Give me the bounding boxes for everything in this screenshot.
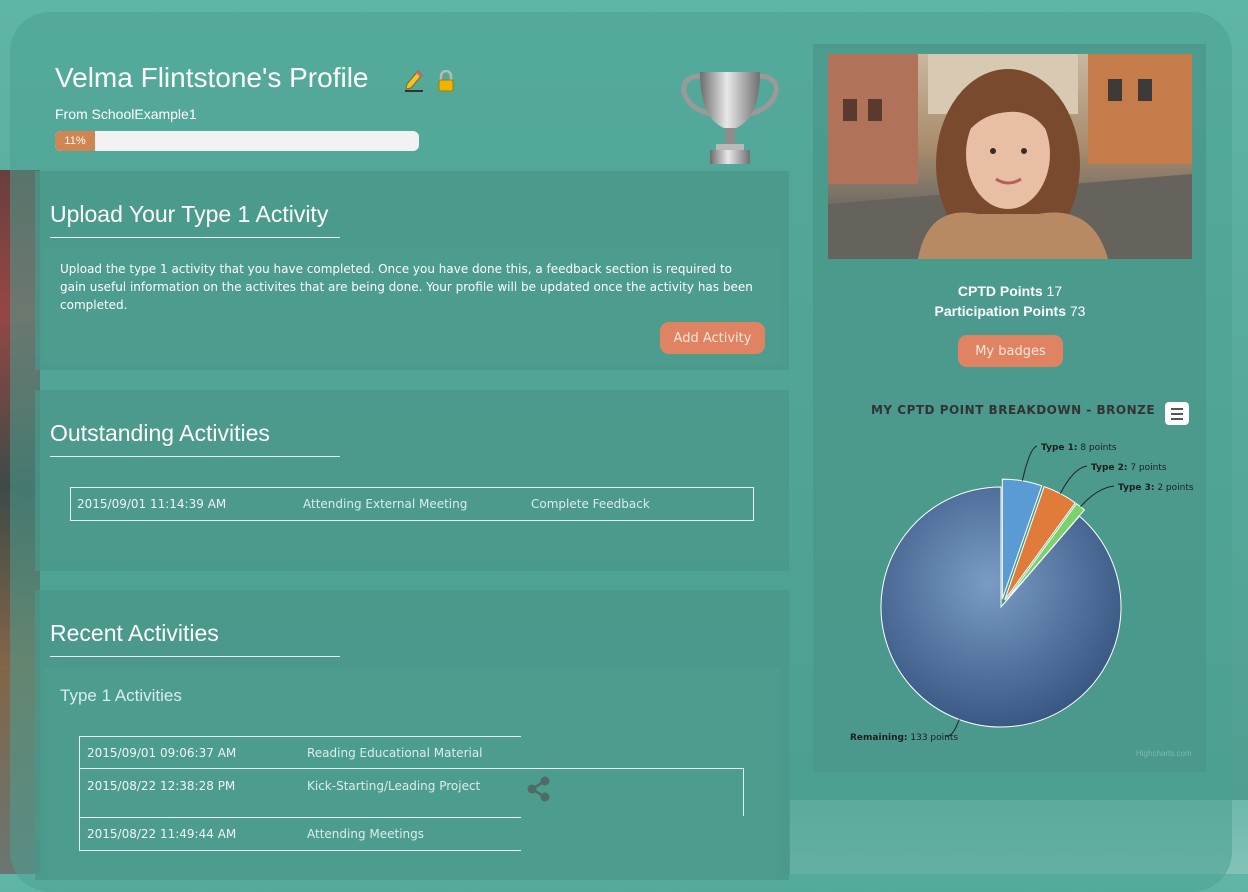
recent-row-date: 2015/08/22 12:38:28 PM	[87, 779, 236, 793]
row-divider	[79, 850, 521, 851]
edit-icon[interactable]	[403, 68, 425, 94]
participation-points: Participation Points 73	[934, 303, 1086, 319]
chart-credits: Highcharts.com	[1136, 749, 1192, 758]
outstanding-activity[interactable]: Attending External Meeting	[303, 497, 467, 511]
complete-feedback-link[interactable]: Complete Feedback	[531, 497, 650, 511]
recent-row-date: 2015/08/22 11:49:44 AM	[87, 827, 237, 841]
pie-label: Type 2: 7 points	[1091, 463, 1167, 473]
pie-slice-remaining[interactable]	[880, 486, 1122, 728]
my-badges-button[interactable]: My badges	[958, 335, 1063, 367]
recent-subheading: Type 1 Activities	[60, 686, 182, 705]
row-divider	[743, 768, 744, 816]
progress-bar: 11%	[55, 131, 419, 151]
pie-connector	[1021, 445, 1038, 481]
chart-title: MY CPTD POINT BREAKDOWN - BRONZE	[870, 403, 1156, 417]
row-divider	[79, 736, 80, 850]
outstanding-panel	[35, 390, 789, 571]
lock-icon[interactable]	[437, 69, 455, 92]
recent-heading: Recent Activities	[50, 620, 219, 646]
pie-connector	[1059, 465, 1088, 494]
upload-description: Upload the type 1 activity that you have…	[60, 262, 753, 312]
recent-heading-rule	[50, 656, 340, 657]
recent-row-activity[interactable]: Attending Meetings	[307, 827, 424, 841]
row-divider	[79, 736, 521, 737]
row-divider	[79, 817, 521, 818]
upload-heading: Upload Your Type 1 Activity	[50, 201, 329, 227]
progress-fill: 11%	[55, 131, 96, 151]
chart-menu-button[interactable]	[1165, 402, 1189, 425]
school-name: From SchoolExample1	[55, 106, 197, 122]
pie-connector	[1080, 485, 1115, 508]
outstanding-heading: Outstanding Activities	[50, 420, 270, 446]
outstanding-date: 2015/09/01 11:14:39 AM	[77, 497, 227, 511]
outstanding-heading-rule	[50, 456, 340, 457]
upload-heading-rule	[50, 237, 340, 238]
pie-label: Type 1: 8 points	[1041, 443, 1117, 453]
pie-label: Remaining: 133 points	[850, 733, 958, 743]
add-activity-button[interactable]: Add Activity	[660, 322, 765, 354]
profile-photo	[828, 54, 1192, 259]
row-divider	[79, 768, 743, 769]
pie-chart: Type 1: 8 points Type 2: 7 points Type 3: …	[850, 443, 1194, 743]
recent-row-date: 2015/09/01 09:06:37 AM	[87, 746, 237, 760]
cptd-points: CPTD Points 17	[957, 283, 1063, 299]
profile-title: Velma Flintstone's Profile	[55, 62, 369, 93]
pie-label: Type 3: 2 points	[1118, 483, 1194, 493]
trophy-icon	[680, 68, 780, 166]
recent-row-activity[interactable]: Reading Educational Material	[307, 746, 483, 760]
share-icon[interactable]	[526, 776, 552, 802]
recent-row-activity[interactable]: Kick-Starting/Leading Project	[307, 779, 480, 793]
